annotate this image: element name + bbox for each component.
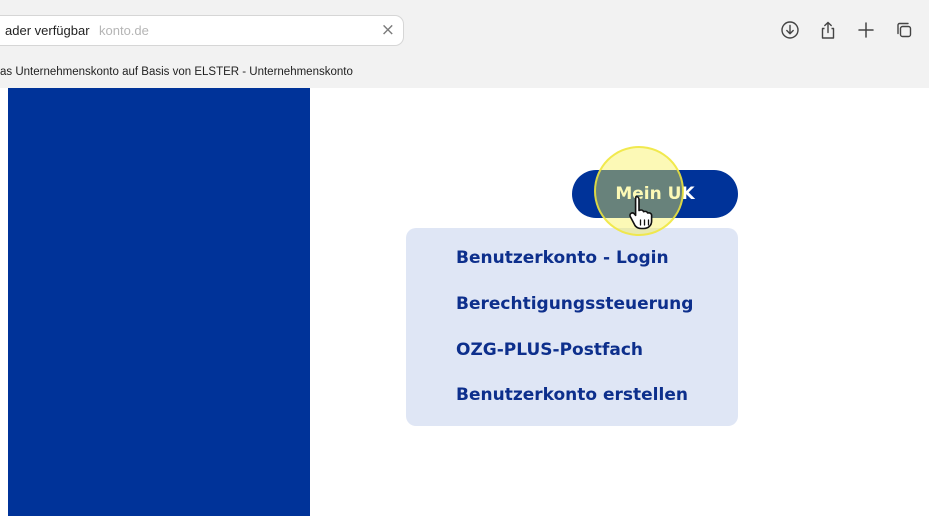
new-tab-icon[interactable]	[856, 20, 876, 40]
share-icon[interactable]	[818, 20, 838, 40]
blue-side-panel	[8, 88, 310, 516]
tab-strip: as Unternehmenskonto auf Basis von ELSTE…	[0, 62, 929, 86]
menu-item-ozg-plus-postfach[interactable]: OZG-PLUS-Postfach	[456, 340, 643, 360]
address-text[interactable]: ader verfügbar	[5, 23, 90, 38]
download-icon[interactable]	[780, 20, 800, 40]
tab-title[interactable]: as Unternehmenskonto auf Basis von ELSTE…	[0, 66, 353, 78]
menu-item-benutzerkonto-login[interactable]: Benutzerkonto - Login	[456, 248, 669, 268]
hand-pointer-icon	[626, 193, 660, 231]
menu-item-berechtigungssteuerung[interactable]: Berechtigungssteuerung	[456, 294, 693, 314]
address-ghost-text: konto.de	[99, 23, 149, 38]
clear-icon[interactable]: ×	[381, 20, 395, 40]
browser-toolbar: ader verfügbar konto.de × as Unternehmen…	[0, 0, 929, 89]
tabs-overview-icon[interactable]	[894, 20, 914, 40]
mein-uk-dropdown-menu: Benutzerkonto - Login Berechtigungssteue…	[406, 228, 738, 426]
address-bar[interactable]: ader verfügbar konto.de ×	[0, 15, 404, 46]
web-page: Mein UK Benutzerkonto - Login Berechtigu…	[0, 88, 929, 516]
menu-item-benutzerkonto-erstellen[interactable]: Benutzerkonto erstellen	[456, 385, 688, 405]
